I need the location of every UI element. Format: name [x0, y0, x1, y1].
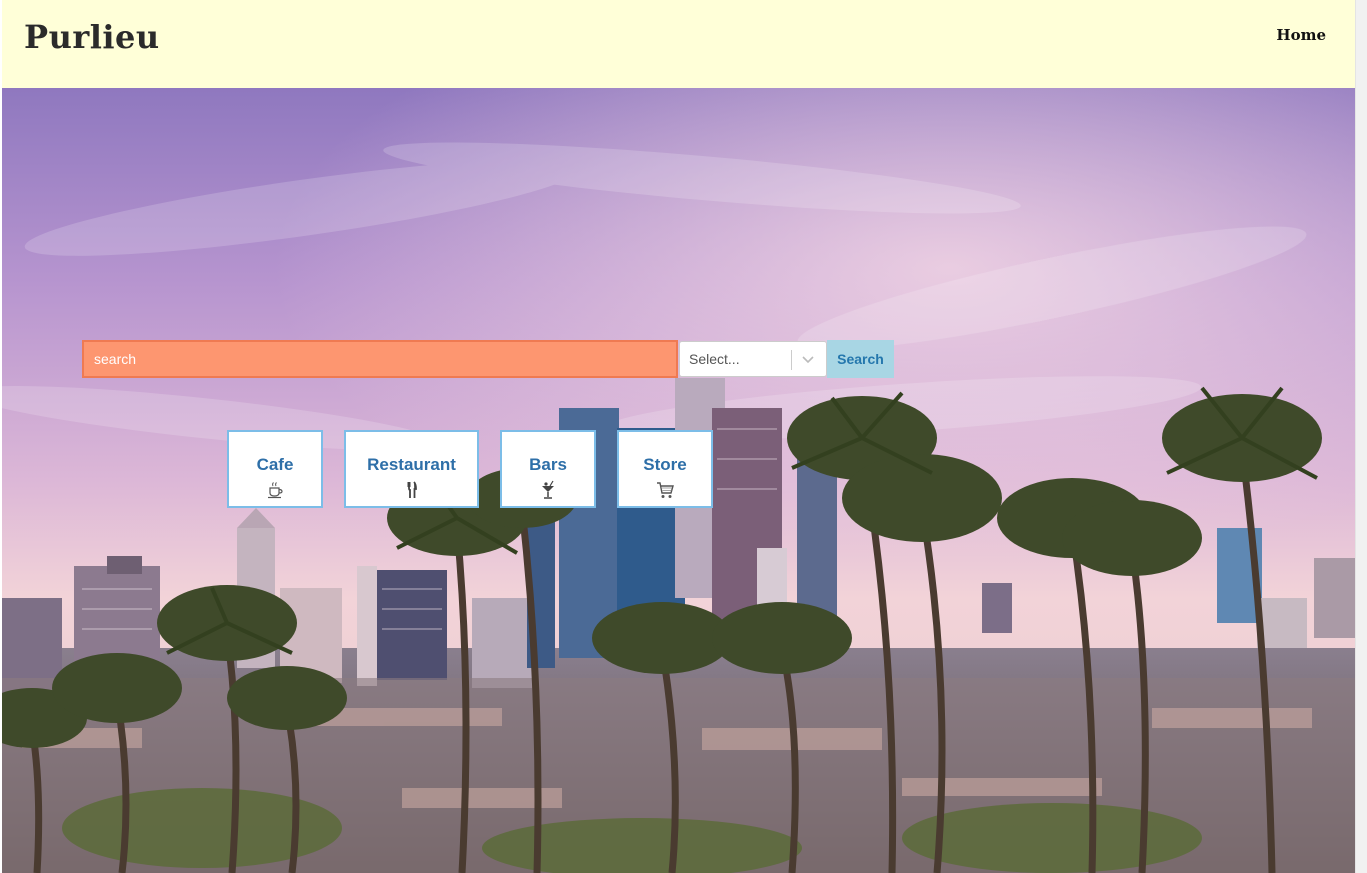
category-label: Store [643, 455, 687, 474]
search-input[interactable] [82, 340, 678, 378]
category-label: Bars [529, 455, 567, 474]
nav-home-link[interactable]: Home [1276, 26, 1326, 44]
fork-knife-icon [407, 481, 417, 498]
category-store-button[interactable]: Store [617, 430, 713, 508]
category-cafe-button[interactable]: Cafe [227, 430, 323, 508]
select-value: Select... [689, 351, 740, 367]
cocktail-icon [542, 480, 554, 499]
chevron-down-icon[interactable] [798, 352, 818, 368]
category-bars-button[interactable]: Bars [500, 430, 596, 508]
select-separator [791, 350, 792, 370]
search-button[interactable]: Search [827, 340, 894, 378]
coffee-cup-icon [268, 482, 283, 499]
category-label: Restaurant [367, 455, 456, 474]
category-label: Cafe [256, 455, 294, 474]
site-header: Purlieu Home [2, 0, 1356, 88]
category-restaurant-button[interactable]: Restaurant [344, 430, 479, 508]
shopping-cart-icon [657, 482, 674, 498]
category-select[interactable]: Select... [679, 341, 827, 377]
vertical-scrollbar[interactable] [1355, 0, 1367, 873]
brand-logo[interactable]: Purlieu [24, 18, 160, 56]
